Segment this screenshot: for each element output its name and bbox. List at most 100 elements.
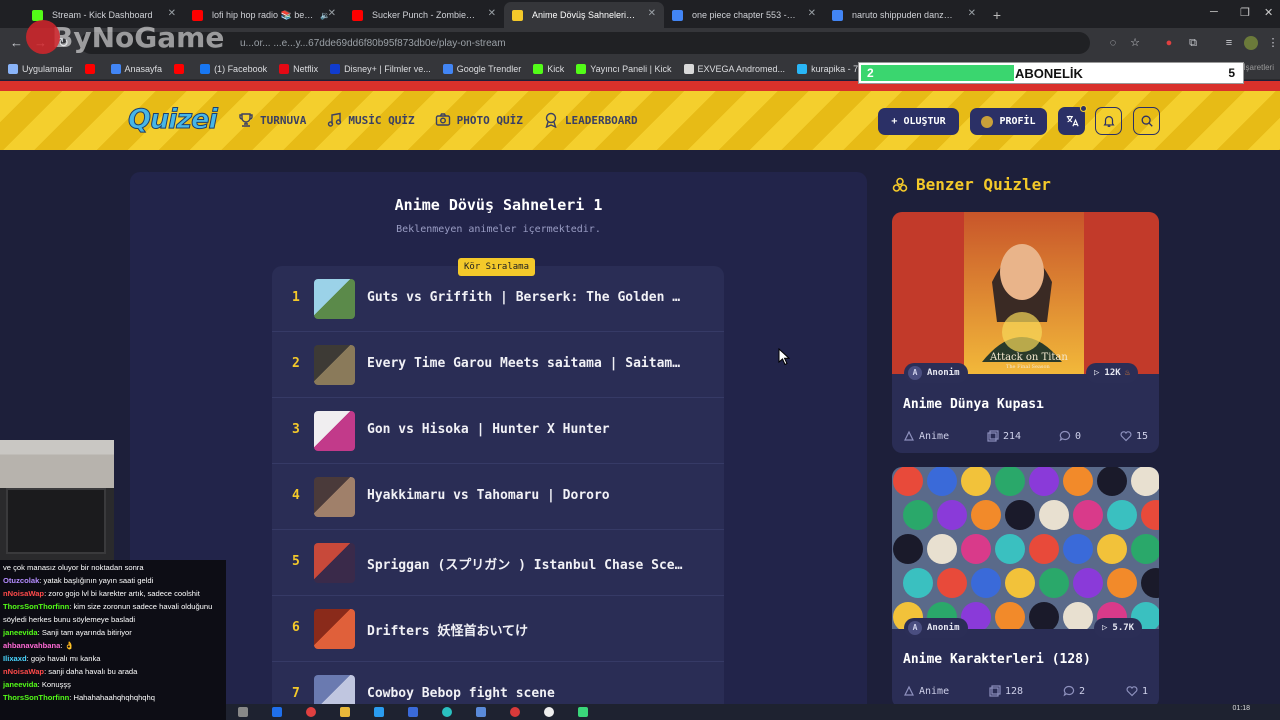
bookmark-item[interactable]: [84, 63, 99, 74]
bookmark-item[interactable]: Disney+ | Filmler ve...: [330, 63, 431, 74]
taskbar-app-icon[interactable]: [510, 707, 520, 717]
nav-leaderboard[interactable]: LEADERBOARD: [543, 112, 638, 128]
taskbar-app-icon[interactable]: [578, 707, 588, 717]
mode-badge: Kör Sıralama: [458, 258, 536, 276]
taskbar-app-icon[interactable]: [238, 707, 248, 717]
card-title[interactable]: Anime Dünya Kupası: [903, 397, 1044, 412]
chat-username[interactable]: ThorsSonThorfinn: [3, 693, 69, 702]
taskbar-app-icon[interactable]: [408, 707, 418, 717]
chat-username[interactable]: nNoisaWap: [3, 589, 44, 598]
images-icon: [989, 685, 1001, 697]
bookmark-star-icon[interactable]: ☆: [1128, 36, 1142, 50]
chat-username[interactable]: janeevida: [3, 628, 38, 637]
back-icon[interactable]: ←: [10, 35, 23, 50]
taskbar-app-icon[interactable]: [272, 707, 282, 717]
bookmark-label: Google Trendler: [456, 63, 522, 74]
language-button[interactable]: [1058, 105, 1087, 135]
bookmark-item[interactable]: (1) Facebook: [200, 63, 267, 74]
create-button[interactable]: + OLUŞTUR: [878, 108, 959, 135]
collage-character-shape: [893, 467, 923, 496]
bookmark-item[interactable]: Netflix: [279, 63, 318, 74]
profile-button[interactable]: PROFİL: [970, 108, 1047, 135]
language-dot: [1080, 105, 1087, 112]
media-icon[interactable]: ≡: [1222, 36, 1236, 50]
similar-quiz-card[interactable]: A Anonim ▷ 5.7K Anime Karakterleri (128)…: [892, 467, 1159, 708]
collage-character-shape: [927, 534, 957, 564]
taskbar-app-icon[interactable]: [340, 707, 350, 717]
chat-text: : Konuşşş: [37, 680, 71, 689]
ranking-row[interactable]: 3 Gon vs Hisoka | Hunter X Hunter: [272, 398, 724, 464]
profile-avatar[interactable]: [1244, 36, 1258, 50]
bookmark-label: Disney+ | Filmler ve...: [344, 63, 431, 74]
chat-username[interactable]: ahbanavahbana: [3, 641, 60, 650]
collage-character-shape: [1131, 534, 1159, 564]
chat-username[interactable]: ThorsSonThorfinn: [3, 602, 69, 611]
puzzle-icon[interactable]: ⧉: [1186, 36, 1200, 50]
tab-title: one piece chapter 553 - Googl: [692, 10, 796, 20]
bookmark-icon: [8, 63, 18, 74]
collage-character-shape: [1073, 500, 1103, 530]
chat-username[interactable]: Ilixaxd: [3, 654, 27, 663]
new-tab-button[interactable]: +: [984, 2, 1010, 28]
nav-photo-quiz[interactable]: PHOTO QUİZ: [435, 112, 523, 128]
close-icon[interactable]: ✕: [648, 8, 656, 19]
browser-tab[interactable]: one piece chapter 553 - Googl ✕: [664, 2, 824, 28]
similar-quiz-card[interactable]: Attack on Titan The Final Season A Anoni…: [892, 212, 1159, 453]
chat-username[interactable]: janeevida: [3, 680, 38, 689]
search-button[interactable]: [1133, 107, 1160, 135]
taskbar-app-icon[interactable]: [476, 707, 486, 717]
taskbar-app-icon[interactable]: [306, 707, 316, 717]
close-icon[interactable]: ✕: [328, 8, 336, 19]
chat-username[interactable]: nNoisaWap: [3, 667, 44, 676]
quiz-title: Anime Dövüş Sahneleri 1: [394, 196, 603, 214]
menu-dots-icon[interactable]: ⋮: [1266, 36, 1280, 50]
browser-tab[interactable]: naruto shippuden danzo protec ✕: [824, 2, 984, 28]
nav-turnuva[interactable]: TURNUVA: [238, 112, 306, 128]
chat-text: : yatak başlığının yayın saati geldi: [39, 576, 154, 585]
window-close-icon[interactable]: ✕: [1264, 6, 1273, 19]
bookmark-item[interactable]: Anasayfa: [110, 63, 162, 74]
bookmark-item[interactable]: Yayıncı Paneli | Kick: [576, 63, 672, 74]
ranking-row[interactable]: 2 Every Time Garou Meets saitama | Saitam…: [272, 332, 724, 398]
bookmark-item[interactable]: EXVEGA Andromed...: [683, 63, 785, 74]
ranking-row[interactable]: 5 Spriggan (スプリガン ) Istanbul Chase Scene: [272, 530, 724, 596]
browser-tab[interactable]: Anime Dövüş Sahneleri 1 - Qui ✕: [504, 2, 664, 28]
chat-username[interactable]: Otuzcolak: [3, 576, 39, 585]
video-title: Hyakkimaru vs Tahomaru | Dororo: [367, 488, 610, 503]
collage-character-shape: [961, 534, 991, 564]
bookmark-item[interactable]: Uygulamalar: [8, 63, 73, 74]
collage-character-shape: [1005, 500, 1035, 530]
notifications-button[interactable]: [1095, 107, 1122, 135]
close-icon[interactable]: ✕: [168, 8, 176, 19]
site-logo[interactable]: Quizei: [128, 104, 219, 136]
chat-text: : 👌: [60, 641, 75, 650]
taskbar-app-icon[interactable]: [544, 707, 554, 717]
bookmark-item[interactable]: [174, 63, 188, 74]
address-bar[interactable]: u...or... ...e...y...67dde69dd6f80b95f87…: [80, 32, 1090, 54]
card-title[interactable]: Anime Karakterleri (128): [903, 652, 1091, 667]
video-thumbnail: [314, 345, 355, 385]
bookmark-item[interactable]: Google Trendler: [442, 63, 522, 74]
extension-icon[interactable]: ●: [1162, 36, 1176, 50]
ranking-row[interactable]: 4 Hyakkimaru vs Tahomaru | Dororo: [272, 464, 724, 530]
video-thumbnail: [314, 609, 355, 649]
anime-poster-art: [964, 212, 1084, 374]
close-icon[interactable]: ✕: [968, 8, 976, 19]
maximize-icon[interactable]: ❐: [1240, 6, 1250, 19]
taskbar-app-icon[interactable]: [374, 707, 384, 717]
chat-text: : sanji daha havalı bu arada: [44, 667, 138, 676]
bookmark-icon: [174, 63, 185, 74]
minimize-icon[interactable]: ─: [1210, 6, 1218, 18]
bookmark-item[interactable]: Kick: [533, 63, 564, 74]
nav-music-quiz[interactable]: MUSİC QUİZ: [326, 112, 415, 128]
site-header: Quizei TURNUVA MUSİC QUİZ PHOTO QUİZ LEA…: [0, 91, 1280, 150]
eye-off-icon[interactable]: ◌: [1106, 36, 1120, 50]
likes-count: 15: [1136, 430, 1149, 442]
rank-number: 2: [292, 356, 300, 371]
close-icon[interactable]: ✕: [808, 8, 816, 19]
taskbar-app-icon[interactable]: [442, 707, 452, 717]
close-icon[interactable]: ✕: [488, 8, 496, 19]
quiz-subtitle: Beklenmeyen animeler içermektedir.: [396, 224, 601, 235]
ranking-row[interactable]: 6 Drifters 妖怪首おいてけ: [272, 596, 724, 662]
browser-tab[interactable]: Sucker Punch - Zombie Fight S ✕: [344, 2, 504, 28]
